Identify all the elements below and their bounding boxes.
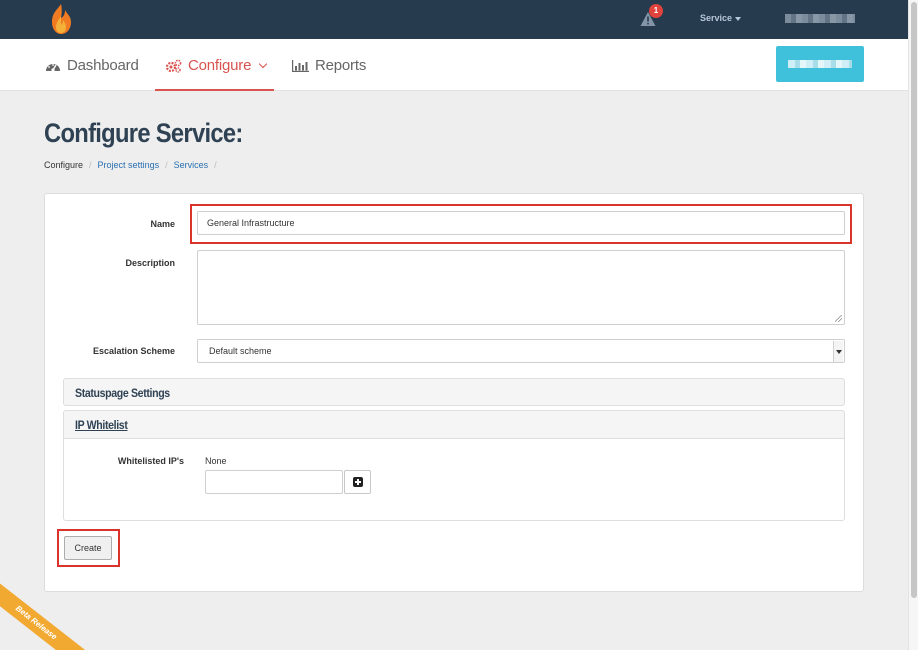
caret-down-icon bbox=[735, 16, 742, 21]
ip-whitelist-panel-header[interactable]: IP Whitelist bbox=[63, 410, 845, 439]
top-navbar: 1 Service bbox=[0, 0, 908, 39]
statuspage-settings-heading: Statuspage Settings bbox=[75, 386, 170, 400]
main-nav: Dashboard Configure Reports bbox=[0, 39, 908, 91]
breadcrumb: Configure / Project settings / Services / bbox=[44, 160, 217, 170]
chevron-down-icon bbox=[259, 59, 268, 68]
ip-whitelist-panel-body: Whitelisted IP's None bbox=[63, 439, 845, 521]
nav-reports[interactable]: Reports bbox=[292, 57, 366, 74]
whitelisted-ips-label: Whitelisted IP's bbox=[117, 456, 184, 466]
page-title: Configure Service: bbox=[44, 118, 243, 148]
name-label: Name bbox=[150, 219, 175, 229]
escalation-label: Escalation Scheme bbox=[92, 346, 175, 356]
dashboard-gauge-icon bbox=[46, 64, 60, 72]
statuspage-settings-panel[interactable]: Statuspage Settings bbox=[63, 378, 845, 406]
description-label: Description bbox=[125, 258, 175, 268]
service-form-card: Name General Infrastructure Description … bbox=[44, 193, 864, 592]
resize-handle-icon[interactable] bbox=[835, 315, 842, 322]
breadcrumb-services[interactable]: Services bbox=[174, 160, 209, 170]
name-input[interactable]: General Infrastructure bbox=[197, 211, 845, 235]
select-arrow-icon bbox=[833, 341, 843, 362]
scrollbar-thumb[interactable] bbox=[911, 2, 917, 598]
active-tab-indicator bbox=[155, 89, 274, 91]
whitelisted-ips-value: None bbox=[205, 456, 227, 466]
redacted-label bbox=[788, 60, 852, 68]
ip-whitelist-heading[interactable]: IP Whitelist bbox=[75, 418, 128, 432]
create-button[interactable]: Create bbox=[64, 536, 112, 560]
add-ip-button[interactable] bbox=[344, 470, 371, 494]
ip-address-input[interactable] bbox=[205, 470, 343, 494]
breadcrumb-project-settings[interactable]: Project settings bbox=[98, 160, 160, 170]
escalation-selected-value: Default scheme bbox=[209, 346, 272, 356]
flame-logo-icon[interactable] bbox=[48, 3, 74, 35]
primary-action-button-redacted[interactable] bbox=[776, 46, 864, 82]
page-scrollbar[interactable] bbox=[908, 0, 918, 650]
escalation-select[interactable]: Default scheme bbox=[197, 339, 845, 363]
nav-dashboard-label: Dashboard bbox=[67, 57, 139, 74]
breadcrumb-configure: Configure bbox=[44, 160, 84, 170]
nav-configure-label: Configure bbox=[188, 57, 252, 74]
alert-count-badge: 1 bbox=[649, 4, 663, 18]
bar-chart-icon bbox=[292, 59, 309, 72]
nav-reports-label: Reports bbox=[315, 57, 367, 74]
user-menu-redacted[interactable] bbox=[785, 14, 855, 23]
gears-icon bbox=[165, 59, 182, 73]
nav-dashboard[interactable]: Dashboard bbox=[45, 57, 139, 74]
service-menu[interactable]: Service bbox=[700, 13, 742, 23]
plus-square-icon bbox=[352, 477, 363, 487]
service-menu-label: Service bbox=[700, 13, 733, 23]
nav-configure[interactable]: Configure bbox=[165, 57, 268, 74]
description-textarea[interactable] bbox=[197, 250, 845, 325]
